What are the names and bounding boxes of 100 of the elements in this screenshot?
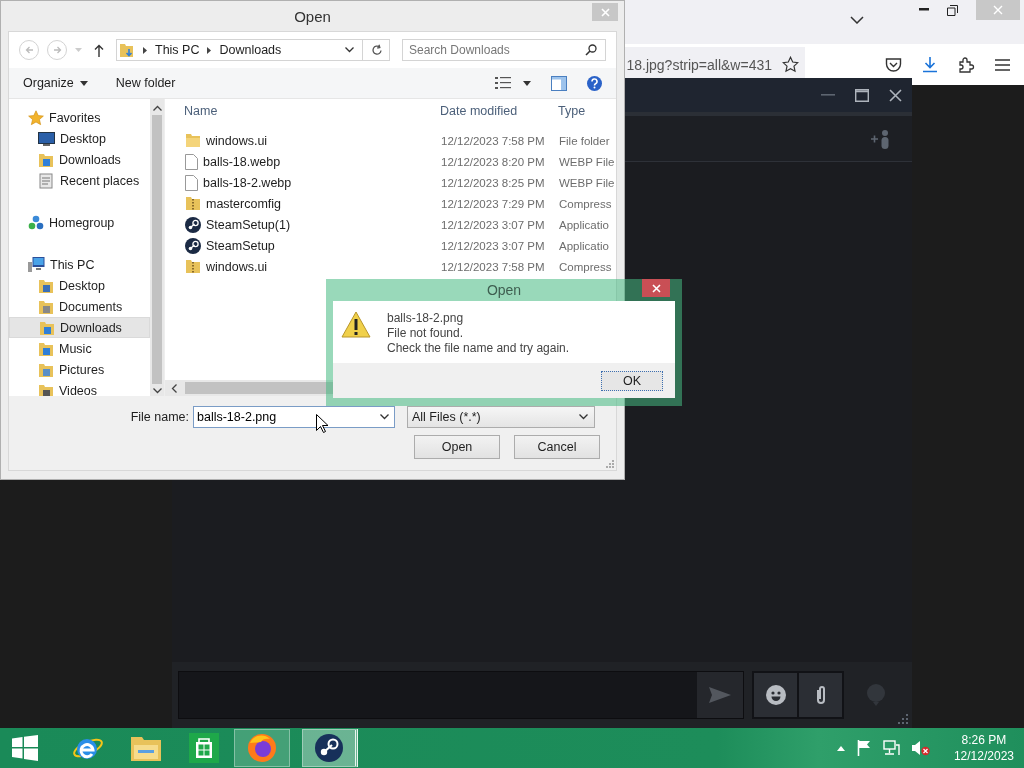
resize-grip-icon[interactable]	[898, 714, 908, 724]
maximize-icon[interactable]	[855, 88, 869, 102]
column-header[interactable]: Name	[184, 104, 440, 118]
nav-item[interactable]: Videos	[9, 380, 150, 396]
date-cell-text: 12/12/2023 7:29 PM	[441, 197, 546, 210]
attach-button[interactable]	[799, 673, 842, 717]
file-name-field[interactable]: balls-18-2.png	[193, 406, 395, 428]
view-list-icon[interactable]	[495, 76, 511, 90]
folder-download-icon	[119, 42, 135, 58]
file-name[interactable]: SteamSetup	[206, 238, 275, 253]
preview-pane-icon[interactable]	[551, 75, 567, 91]
close-icon[interactable]	[889, 88, 902, 102]
send-icon	[709, 687, 731, 703]
arrow-left-icon	[24, 46, 34, 54]
shopping-bag-icon	[189, 733, 219, 763]
nav-item[interactable]: Favorites	[9, 107, 150, 128]
taskbar-app-button[interactable]	[302, 729, 358, 767]
nav-item[interactable]: Homegroup	[9, 212, 150, 233]
folder-icon	[38, 361, 54, 378]
file-name-label: File name:	[129, 410, 190, 424]
nav-item[interactable]: Downloads	[9, 317, 150, 338]
breadcrumb-item[interactable]: This PC	[155, 43, 200, 57]
open-button[interactable]: Open	[414, 435, 500, 459]
column-header[interactable]: Date modified	[440, 104, 558, 118]
search-field[interactable]: Search Downloads	[402, 39, 606, 61]
restore-icon[interactable]	[947, 4, 958, 16]
nav-item[interactable]: This PC	[9, 254, 150, 275]
arrow-right-icon	[52, 46, 62, 54]
star-icon[interactable]	[782, 56, 799, 73]
nav-item[interactable]: Recent places	[9, 170, 150, 191]
new-folder-button[interactable]: New folder	[111, 73, 180, 93]
add-friend-icon[interactable]	[870, 127, 892, 150]
network-icon[interactable]	[882, 740, 900, 756]
column-header[interactable]: Type	[558, 104, 616, 118]
caret-down-icon[interactable]	[523, 80, 531, 86]
message-text: balls-18-2.png	[387, 311, 465, 326]
puzzle-icon[interactable]	[958, 56, 975, 73]
message-input-field[interactable]	[178, 671, 744, 719]
nav-item[interactable]: Music	[9, 338, 150, 359]
clock-date[interactable]: 12/12/2023	[953, 748, 1014, 764]
organize-button[interactable]: Organize	[19, 73, 92, 93]
download-icon[interactable]	[922, 56, 938, 73]
folder-icon	[38, 382, 54, 396]
nav-label: Downloads	[60, 320, 122, 335]
chevron-up-icon[interactable]	[152, 105, 162, 111]
clock-time[interactable]: 8:26 PM	[961, 732, 1007, 748]
windows-logo-icon[interactable]	[12, 735, 38, 761]
pocket-icon[interactable]	[885, 56, 902, 73]
resize-grip-icon[interactable]	[606, 460, 614, 468]
speaker-muted-icon[interactable]	[911, 740, 930, 756]
refresh-icon[interactable]	[371, 44, 383, 56]
emoji-button[interactable]	[754, 673, 797, 717]
nav-item[interactable]: Pictures	[9, 359, 150, 380]
arrow-up-icon[interactable]	[94, 43, 104, 57]
close-icon	[993, 5, 1003, 15]
vertical-scrollbar[interactable]	[150, 99, 164, 396]
chevron-down-icon[interactable]	[850, 16, 864, 24]
nav-item[interactable]: Documents	[9, 296, 150, 317]
chevron-down-icon[interactable]	[345, 47, 354, 53]
chevron-right-icon[interactable]	[207, 46, 212, 54]
type-cell-text: Compress	[559, 260, 613, 273]
search-input[interactable]: Search Downloads	[409, 43, 585, 57]
menu-icon[interactable]	[995, 58, 1010, 71]
file-name[interactable]: mastercomfig	[206, 196, 282, 211]
help-icon[interactable]	[587, 75, 602, 91]
minimize-icon[interactable]	[919, 8, 929, 12]
flag-icon[interactable]	[856, 740, 871, 756]
folder-icon	[130, 734, 162, 762]
ok-button[interactable]: OK	[601, 370, 663, 391]
caret-down-icon	[79, 80, 88, 86]
star-icon	[28, 109, 44, 126]
file-name[interactable]: balls-18-2.webp	[203, 175, 292, 190]
chevron-right-icon[interactable]	[143, 46, 147, 54]
type-cell-text: Applicatio	[559, 218, 610, 231]
nav-item[interactable]: Desktop	[9, 275, 150, 296]
cancel-button[interactable]: Cancel	[514, 435, 600, 459]
file-name[interactable]: SteamSetup(1)	[206, 217, 291, 232]
chevron-left-icon[interactable]	[171, 383, 177, 393]
nav-item[interactable]: Downloads	[9, 149, 150, 170]
caret-up-icon[interactable]	[836, 745, 845, 751]
breadcrumb-item[interactable]: Downloads	[219, 43, 282, 57]
type-cell-text: Compress	[559, 197, 613, 210]
chevron-down-icon[interactable]	[152, 388, 162, 394]
message-text: Check the file name and try again.	[387, 341, 570, 356]
close-button[interactable]	[642, 279, 670, 297]
file-name[interactable]: windows.ui	[206, 259, 268, 274]
date-cell-text: 12/12/2023 8:20 PM	[441, 155, 546, 168]
folder-icon	[185, 133, 201, 148]
file-name[interactable]: windows.ui	[206, 133, 268, 148]
nav-label: This PC	[50, 257, 95, 272]
nav-label: Desktop	[60, 131, 106, 146]
date-cell-text: 12/12/2023 7:58 PM	[441, 134, 546, 147]
file-type-dropdown[interactable]: All Files (*.*)	[407, 406, 595, 428]
nav-item[interactable]: Desktop	[9, 128, 150, 149]
zip-folder-icon	[185, 196, 201, 211]
chevron-down-icon[interactable]	[380, 414, 389, 420]
folder-icon	[39, 319, 55, 336]
address-bar[interactable]: This PC Downloads	[116, 39, 390, 61]
type-cell-text: File folder	[559, 134, 611, 147]
file-name[interactable]: balls-18.webp	[203, 154, 281, 169]
